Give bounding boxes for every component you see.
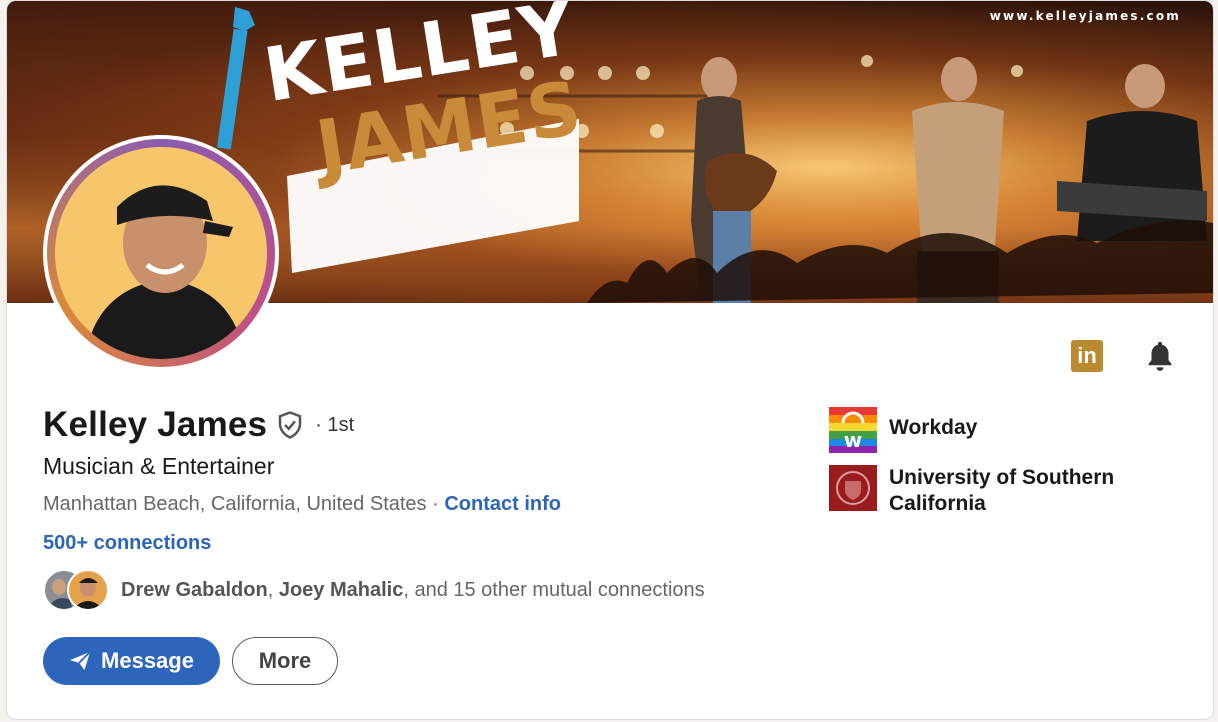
message-button-label: Message: [101, 648, 194, 673]
mutual-connections-text: Drew Gabaldon, Joey Mahalic, and 15 othe…: [121, 579, 705, 602]
org-name: Workday: [889, 416, 978, 439]
more-button-label: More: [258, 648, 312, 673]
profile-headline: Musician & Entertainer: [43, 453, 275, 479]
profile-actions: Message More: [43, 637, 338, 685]
location-row: Manhattan Beach, California, United Stat…: [43, 493, 561, 516]
name-row: Kelley James · 1st: [43, 405, 354, 445]
profile-name: Kelley James: [43, 405, 268, 444]
mutual-rest: , and 15 other mutual connections: [403, 578, 705, 601]
avatar-photo: [55, 147, 267, 359]
top-actions: in: [1071, 339, 1177, 373]
verified-shield-icon[interactable]: [275, 410, 305, 440]
usc-seal-icon: [829, 465, 877, 511]
linkedin-icon[interactable]: in: [1071, 340, 1103, 372]
svg-text:w: w: [844, 428, 862, 452]
org-usc[interactable]: University of Southern California: [829, 465, 1139, 517]
workday-pride-logo-icon: w: [829, 407, 877, 453]
org-workday[interactable]: w Workday: [829, 407, 1139, 453]
profile-avatar[interactable]: [43, 135, 279, 371]
avatar-ring: [47, 139, 275, 367]
mutual-name-2[interactable]: Joey Mahalic: [279, 579, 404, 601]
connections-link[interactable]: 500+ connections: [43, 532, 211, 555]
mutual-avatar: [67, 569, 109, 611]
banner-url: www.kelleyjames.com: [989, 9, 1181, 23]
contact-info-link[interactable]: Contact info: [444, 493, 561, 515]
bell-icon[interactable]: [1143, 339, 1177, 373]
connection-degree: · 1st: [315, 413, 355, 436]
experience-education: w Workday University of Southern Califor…: [829, 407, 1139, 529]
message-button[interactable]: Message: [43, 637, 220, 685]
mutual-comma: ,: [267, 578, 279, 601]
paper-plane-icon: [70, 651, 91, 671]
profile-location: Manhattan Beach, California, United Stat…: [43, 493, 427, 515]
profile-card: KELLEY JAMES www.kelleyjames.com in Kell…: [6, 0, 1214, 720]
mutual-avatars: [43, 569, 111, 611]
location-separator: ·: [426, 493, 445, 515]
mutual-connections[interactable]: Drew Gabaldon, Joey Mahalic, and 15 othe…: [43, 569, 705, 611]
org-name: University of Southern California: [889, 466, 1115, 515]
more-button[interactable]: More: [232, 637, 338, 685]
mutual-name-1[interactable]: Drew Gabaldon: [121, 579, 268, 601]
